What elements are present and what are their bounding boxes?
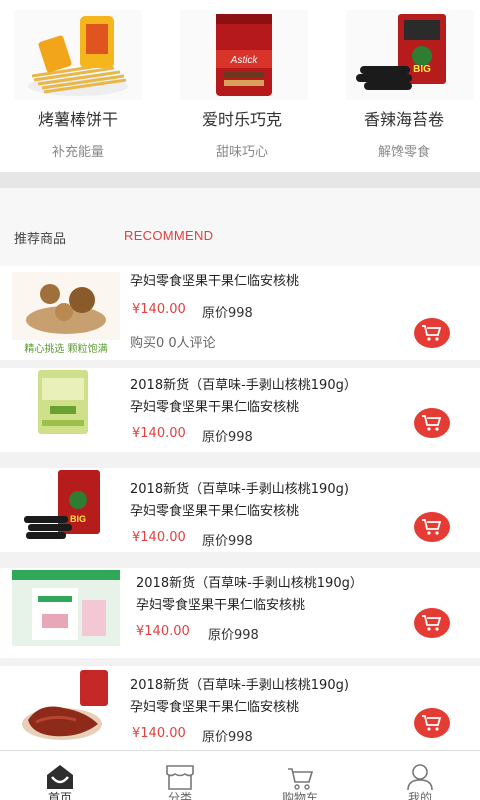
- product-item[interactable]: 2018新货（百草味-手剥山核桃190g) 孕妇零食坚果干果仁临安核桃 ¥140…: [0, 666, 480, 750]
- add-to-cart-button[interactable]: [414, 708, 450, 738]
- product-original-price: 原价998: [208, 628, 259, 643]
- svg-text:BIG: BIG: [70, 514, 86, 524]
- featured-sub: 解馋零食: [377, 145, 430, 160]
- section-divider: [0, 172, 480, 188]
- product-title: 2018新货（百草味-手剥山核桃190g）: [130, 378, 357, 393]
- product-original-price: 原价998: [202, 306, 253, 321]
- product-original-price: 原价998: [202, 430, 253, 445]
- cart-icon: [422, 615, 442, 631]
- product-price: ¥140.00: [132, 726, 186, 741]
- svg-text:BIG: BIG: [413, 64, 431, 75]
- featured-item-biscuit[interactable]: 烤薯棒饼干 补充能量: [0, 0, 160, 172]
- category-shop-icon: [166, 765, 194, 790]
- tab-label: 分类: [167, 791, 192, 800]
- home-icon: [47, 765, 73, 789]
- product-list: 精心挑选 颗粒饱满 孕妇零食坚果干果仁临安核桃 ¥140.00 原价998 购买…: [0, 266, 480, 750]
- add-to-cart-button[interactable]: [414, 608, 450, 638]
- featured-name: 烤薯棒饼干: [37, 110, 118, 129]
- product-price: ¥140.00: [132, 426, 186, 441]
- featured-sub: 甜味巧心: [215, 145, 268, 160]
- tab-label: 购物车: [281, 791, 318, 800]
- add-to-cart-button[interactable]: [414, 408, 450, 438]
- product-item[interactable]: 2018新货（百草味-手剥山核桃190g） 孕妇零食坚果干果仁临安核桃 ¥140…: [0, 568, 480, 658]
- product-title-line2: 孕妇零食坚果干果仁临安核桃: [136, 598, 306, 613]
- user-icon: [407, 764, 433, 791]
- product-title: 2018新货（百草味-手剥山核桃190g): [130, 482, 349, 497]
- nut-pack-image: [28, 368, 98, 438]
- product-price: ¥140.00: [136, 624, 190, 639]
- product-price: ¥140.00: [132, 530, 186, 545]
- featured-item-seaweed[interactable]: BIG 香辣海苔卷 解馋零食: [326, 0, 480, 172]
- tab-home[interactable]: 首页: [0, 751, 120, 800]
- tab-label: 我的: [407, 791, 432, 800]
- product-title-line2: 孕妇零食坚果干果仁临安核桃: [130, 504, 300, 519]
- product-title: 2018新货（百草味-手剥山核桃190g）: [136, 576, 363, 591]
- biscuit-sticks-image: [14, 10, 142, 100]
- product-title: 孕妇零食坚果干果仁临安核桃: [130, 274, 300, 289]
- walnut-image: 精心挑选 颗粒饱满: [12, 272, 120, 356]
- recommend-en-label: RECOMMEND: [124, 228, 214, 243]
- tab-label: 首页: [47, 791, 72, 800]
- cart-icon: [288, 768, 314, 790]
- recommend-header: 推荐商品 RECOMMEND: [0, 188, 480, 266]
- svg-text:Astick: Astick: [230, 55, 259, 66]
- recommend-title: 推荐商品: [14, 232, 67, 247]
- featured-name: 爱时乐巧克: [201, 110, 282, 129]
- cart-icon: [422, 715, 442, 731]
- featured-name: 香辣海苔卷: [363, 110, 444, 129]
- product-item[interactable]: 精心挑选 颗粒饱满 孕妇零食坚果干果仁临安核桃 ¥140.00 原价998 购买…: [0, 266, 480, 360]
- cart-icon: [422, 519, 442, 535]
- product-original-price: 原价998: [202, 534, 253, 549]
- product-item[interactable]: BIG 2018新货（百草味-手剥山核桃190g) 孕妇零食坚果干果仁临安核桃 …: [0, 468, 480, 552]
- product-original-price: 原价998: [202, 730, 253, 745]
- svg-text:精心挑选 颗粒饱满: 精心挑选 颗粒饱满: [24, 342, 107, 355]
- cart-icon: [422, 325, 442, 341]
- tab-profile[interactable]: 我的: [360, 751, 480, 800]
- tab-category[interactable]: 分类: [120, 751, 240, 800]
- milk-pack-image: [12, 570, 120, 646]
- astick-tin-image: Astick: [180, 10, 308, 100]
- add-to-cart-button[interactable]: [414, 318, 450, 348]
- seaweed-roll-image: BIG: [346, 10, 474, 100]
- featured-item-astick[interactable]: Astick 爱时乐巧克 甜味巧心: [164, 0, 324, 172]
- beef-jerky-image: [20, 668, 112, 744]
- add-to-cart-button[interactable]: [414, 512, 450, 542]
- product-item[interactable]: 2018新货（百草味-手剥山核桃190g） 孕妇零食坚果干果仁临安核桃 ¥140…: [0, 368, 480, 452]
- featured-categories: 烤薯棒饼干 补充能量 Astick 爱时乐巧克 甜味巧心 BIG 香辣海苔卷 解…: [0, 0, 480, 172]
- cart-icon: [422, 415, 442, 431]
- seaweed-pack-image: BIG: [22, 470, 104, 542]
- bottom-tab-bar: 首页 分类 购物车 我的: [0, 750, 480, 800]
- product-title-line2: 孕妇零食坚果干果仁临安核桃: [130, 400, 300, 415]
- featured-sub: 补充能量: [51, 145, 104, 160]
- product-title-line2: 孕妇零食坚果干果仁临安核桃: [130, 700, 300, 715]
- product-stats: 购买0 0人评论: [130, 336, 216, 351]
- tab-cart[interactable]: 购物车: [240, 751, 360, 800]
- product-title: 2018新货（百草味-手剥山核桃190g): [130, 678, 349, 693]
- product-price: ¥140.00: [132, 302, 186, 317]
